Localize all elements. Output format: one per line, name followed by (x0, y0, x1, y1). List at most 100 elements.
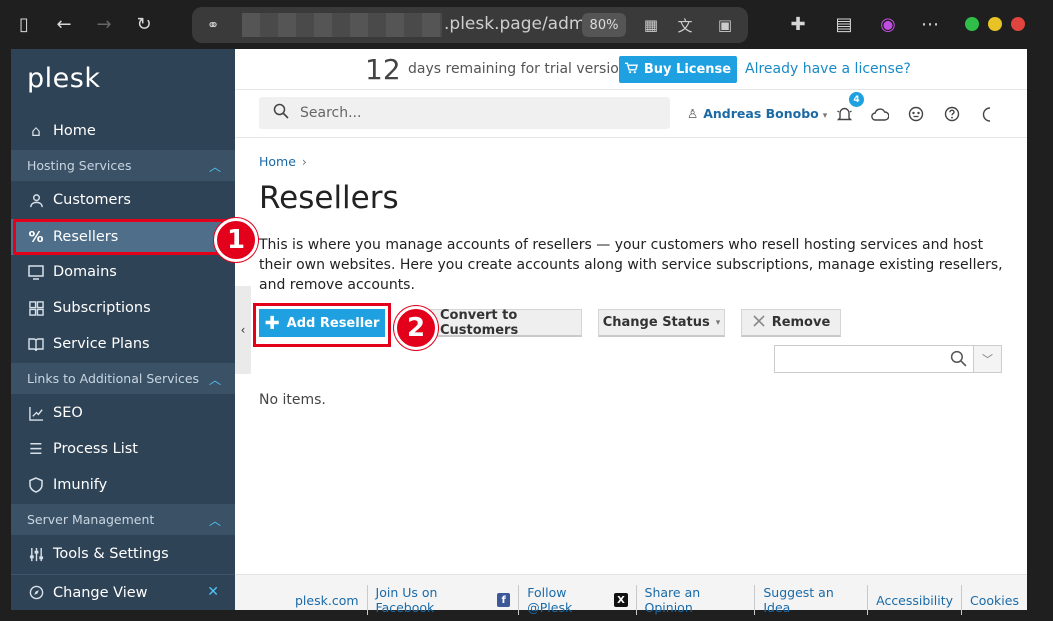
search-options-toggle[interactable]: ﹀ (974, 345, 1002, 373)
search-icon[interactable] (950, 350, 967, 371)
user-name: Andreas Bonobo (703, 106, 819, 121)
section-label: Hosting Services (27, 158, 132, 173)
search-placeholder: Search... (300, 105, 362, 121)
collapse-sidebar-button[interactable]: ‹ (235, 286, 251, 374)
sidebar-item-label: Tools & Settings (53, 546, 169, 562)
extension-icon[interactable] (905, 103, 927, 125)
remove-label: Remove (771, 315, 831, 330)
cloud-icon[interactable] (869, 103, 891, 125)
section-server-management[interactable]: Server Management ︿ (11, 504, 235, 535)
x-icon: X (614, 593, 628, 607)
have-license-link[interactable]: Already have a license? (745, 61, 911, 77)
close-icon[interactable]: ✕ (207, 584, 219, 600)
breadcrumb-home[interactable]: Home (259, 154, 296, 169)
change-status-label: Change Status (602, 315, 710, 330)
sidebar-item-label: SEO (53, 405, 83, 421)
sidebar-item-process-list[interactable]: ☰ Process List (11, 431, 235, 467)
back-icon[interactable]: ← (50, 10, 78, 38)
url-host: .plesk.page/adm (444, 14, 586, 34)
footer-link-cookies[interactable]: Cookies (962, 585, 1027, 615)
sidebar-item-customers[interactable]: Customers (11, 182, 235, 218)
monitor-icon (27, 263, 45, 281)
user-menu[interactable]: ♙ Andreas Bonobo ▾ (687, 106, 827, 121)
buy-license-button[interactable]: Buy License (619, 56, 737, 83)
moon-icon[interactable] (977, 103, 999, 125)
breadcrumb: Home › (259, 154, 307, 169)
footer-link-accessibility[interactable]: Accessibility (868, 585, 963, 615)
empty-list-text: No items. (259, 392, 326, 408)
sidebar-toggle-icon[interactable]: ▯ (10, 10, 38, 38)
section-hosting-services[interactable]: Hosting Services ︿ (11, 150, 235, 181)
sidebar-item-seo[interactable]: SEO (11, 395, 235, 431)
chart-icon (27, 404, 45, 422)
sidebar-item-tools-settings[interactable]: Tools & Settings (11, 536, 235, 572)
add-reseller-highlight (253, 303, 391, 347)
sidebar-item-label: Service Plans (53, 336, 150, 352)
link-label: Share an Opinion (644, 585, 701, 615)
search-input[interactable]: Search... (259, 97, 670, 129)
translate-icon[interactable]: 文 (674, 14, 696, 36)
change-status-button[interactable]: Change Status ▾ (598, 309, 725, 337)
extensions-icon[interactable]: ✚ (784, 10, 812, 38)
sidebar-item-label: Imunify (53, 477, 108, 493)
link-label: plesk.com (295, 592, 359, 608)
top-header: Search... ♙ Andreas Bonobo ▾ 4 (235, 90, 1027, 138)
chevron-up-icon: ︿ (208, 514, 221, 528)
footer-link-opinion[interactable]: Share an Opinion (637, 585, 756, 615)
search-icon (273, 103, 289, 123)
more-icon[interactable]: ⋯ (916, 10, 944, 38)
sidebar-item-label: Subscriptions (53, 300, 151, 316)
section-additional-services[interactable]: Links to Additional Services ︿ (11, 363, 235, 394)
buy-license-label: Buy License (643, 62, 732, 77)
compass-icon (27, 584, 45, 602)
extension-icon[interactable]: ◉ (874, 10, 902, 38)
document-icon[interactable]: ▤ (830, 10, 858, 38)
page-title: Resellers (259, 180, 399, 216)
list-search-input[interactable] (774, 345, 974, 373)
footer-link-plesk[interactable]: plesk.com (287, 585, 368, 615)
chevron-up-icon: ︿ (208, 373, 221, 387)
remove-icon (752, 314, 766, 332)
facebook-icon: f (497, 593, 511, 607)
footer-link-facebook[interactable]: Join Us on Facebook f (368, 585, 520, 615)
maximize-button[interactable] (965, 17, 979, 31)
plesk-app: plesk ⌂ Home Hosting Services ︿ Customer… (11, 49, 1027, 615)
step-marker-2: 2 (394, 306, 438, 350)
grid-icon[interactable]: ▦ (640, 14, 662, 36)
sidebar: plesk ⌂ Home Hosting Services ︿ Customer… (11, 49, 235, 610)
chevron-up-icon: ︿ (208, 160, 221, 174)
sidebar-item-label: Process List (53, 441, 138, 457)
sidebar-item-label: Domains (53, 264, 117, 280)
site-info-icon[interactable]: ⚭ (202, 14, 224, 36)
sidebar-item-imunify[interactable]: Imunify (11, 467, 235, 503)
footer-link-idea[interactable]: Suggest an Idea (755, 585, 869, 615)
grid-icon (27, 299, 45, 317)
sidebar-item-domains[interactable]: Domains (11, 254, 235, 290)
redacted-url (242, 13, 442, 37)
reader-icon[interactable]: ▣ (714, 14, 736, 36)
browser-toolbar: ▯ ← → ↻ ⚭ .plesk.page/adm 80% ▦ 文 ▣ ✚ ▤ … (0, 0, 1053, 48)
sidebar-item-subscriptions[interactable]: Subscriptions (11, 290, 235, 326)
footer-link-x[interactable]: Follow @Plesk X (519, 585, 637, 615)
forward-icon[interactable]: → (90, 10, 118, 38)
sidebar-item-home[interactable]: ⌂ Home (11, 113, 235, 149)
help-icon[interactable] (941, 103, 963, 125)
reload-icon[interactable]: ↻ (130, 10, 158, 38)
zoom-level[interactable]: 80% (582, 13, 626, 37)
plesk-logo[interactable]: plesk (27, 63, 100, 94)
remove-button[interactable]: Remove (741, 309, 841, 337)
address-bar[interactable]: ⚭ .plesk.page/adm 80% ▦ 文 ▣ (192, 7, 748, 43)
shield-icon (27, 476, 45, 494)
convert-to-customers-button[interactable]: Convert to Customers (429, 308, 582, 338)
notification-badge: 4 (849, 92, 864, 107)
sidebar-item-service-plans[interactable]: Service Plans (11, 326, 235, 362)
list-icon: ☰ (29, 440, 43, 458)
section-label: Server Management (27, 512, 155, 527)
close-button[interactable] (1011, 17, 1025, 31)
notifications-icon[interactable] (833, 103, 855, 125)
link-label: Cookies (970, 592, 1019, 608)
sidebar-item-change-view[interactable]: Change View ✕ (11, 574, 235, 610)
section-label: Links to Additional Services (27, 371, 200, 386)
minimize-button[interactable] (988, 17, 1002, 31)
sidebar-item-label: Home (53, 123, 96, 139)
